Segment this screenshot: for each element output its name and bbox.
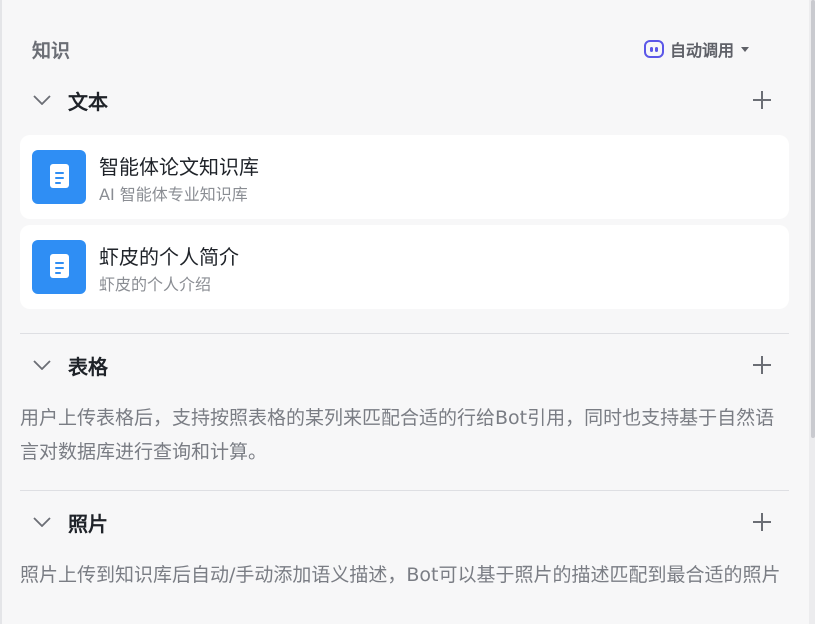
knowledge-panel: 知识 自动调用 文本 智能体论文知识库 AI 智能体专业知识库 虾皮的个人简介 … — [20, 0, 789, 586]
caret-down-icon — [741, 46, 750, 52]
kb-card-desc: AI 智能体专业知识库 — [99, 185, 248, 204]
photo-group-title: 照片 — [68, 511, 108, 536]
auto-call-label: 自动调用 — [670, 41, 735, 60]
document-icon — [32, 240, 86, 294]
kb-card[interactable]: 虾皮的个人简介 虾皮的个人介绍 — [20, 225, 789, 309]
scrollbar-thumb[interactable] — [811, 0, 815, 438]
table-group-description: 用户上传表格后，支持按照表格的某列来匹配合适的行给Bot引用，同时也支持基于自然… — [20, 407, 775, 463]
bot-icon — [644, 40, 664, 58]
table-group-title: 表格 — [68, 354, 108, 379]
kb-card-title: 智能体论文知识库 — [99, 155, 259, 179]
kb-card[interactable]: 智能体论文知识库 AI 智能体专业知识库 — [20, 135, 789, 219]
auto-call-dropdown[interactable]: 自动调用 — [644, 36, 750, 62]
kb-card-title: 虾皮的个人简介 — [99, 245, 239, 269]
text-group-header[interactable]: 文本 — [20, 83, 789, 117]
add-photo-icon[interactable] — [753, 513, 771, 531]
scrollbar-track[interactable] — [809, 0, 815, 624]
photo-group-description: 照片上传到知识库后自动/手动添加语义描述，Bot可以基于照片的描述匹配到最合适的… — [20, 564, 781, 586]
photo-group-header[interactable]: 照片 — [20, 505, 789, 539]
text-group-title: 文本 — [68, 89, 108, 114]
add-table-icon[interactable] — [753, 356, 771, 374]
divider — [20, 490, 789, 491]
chevron-down-icon[interactable] — [32, 512, 52, 532]
chevron-down-icon[interactable] — [32, 355, 52, 375]
kb-card-desc: 虾皮的个人介绍 — [99, 275, 212, 294]
add-text-icon[interactable] — [753, 91, 771, 109]
table-group-header[interactable]: 表格 — [20, 348, 789, 382]
divider — [20, 333, 789, 334]
chevron-down-icon[interactable] — [32, 90, 52, 110]
document-icon — [32, 150, 86, 204]
panel-left-border — [0, 0, 2, 624]
knowledge-title: 知识 — [32, 40, 71, 62]
